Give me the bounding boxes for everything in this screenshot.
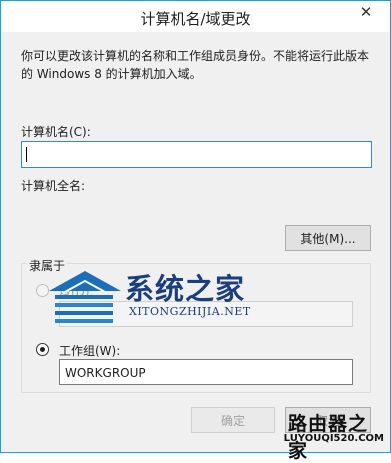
computer-name-input[interactable]	[21, 141, 372, 168]
more-button[interactable]: 其他(M)...	[285, 225, 371, 251]
workgroup-input[interactable]: WORKGROUP	[59, 359, 353, 385]
xitongzhijia-watermark: 系统之家 XITONGZHIJIA.NET	[41, 263, 261, 331]
close-button[interactable]: ✕	[350, 1, 382, 23]
computer-name-dialog: 计算机名/域更改 ✕ 你可以更改该计算机的名称和工作组成员身份。不能将运行此版本…	[0, 0, 391, 453]
workgroup-value: WORKGROUP	[65, 366, 146, 380]
workgroup-radio[interactable]	[36, 343, 49, 356]
dialog-title: 计算机名/域更改	[140, 10, 251, 28]
xitongzhijia-logo-icon	[49, 271, 121, 323]
ok-button[interactable]: 确定	[191, 407, 275, 433]
xitongzhijia-url: XITONGZHIJIA.NET	[129, 305, 251, 318]
description-text: 你可以更改该计算机的名称和工作组成员身份。不能将运行此版本的 Windows 8…	[21, 49, 370, 81]
full-computer-name-label: 计算机全名:	[21, 179, 86, 193]
title-bar: 计算机名/域更改 ✕	[1, 1, 390, 32]
xitongzhijia-brand: 系统之家	[125, 272, 246, 306]
computer-name-label: 计算机名(C):	[21, 125, 91, 139]
radio-selected-dot	[40, 347, 45, 352]
luyouqi-watermark: 路由器之家 LUYOUQI520.COM	[284, 407, 388, 462]
close-icon: ✕	[359, 3, 373, 21]
text-caret	[26, 147, 27, 162]
luyouqi-url: LUYOUQI520.COM	[283, 433, 384, 444]
workgroup-label: 工作组(W):	[59, 344, 121, 358]
